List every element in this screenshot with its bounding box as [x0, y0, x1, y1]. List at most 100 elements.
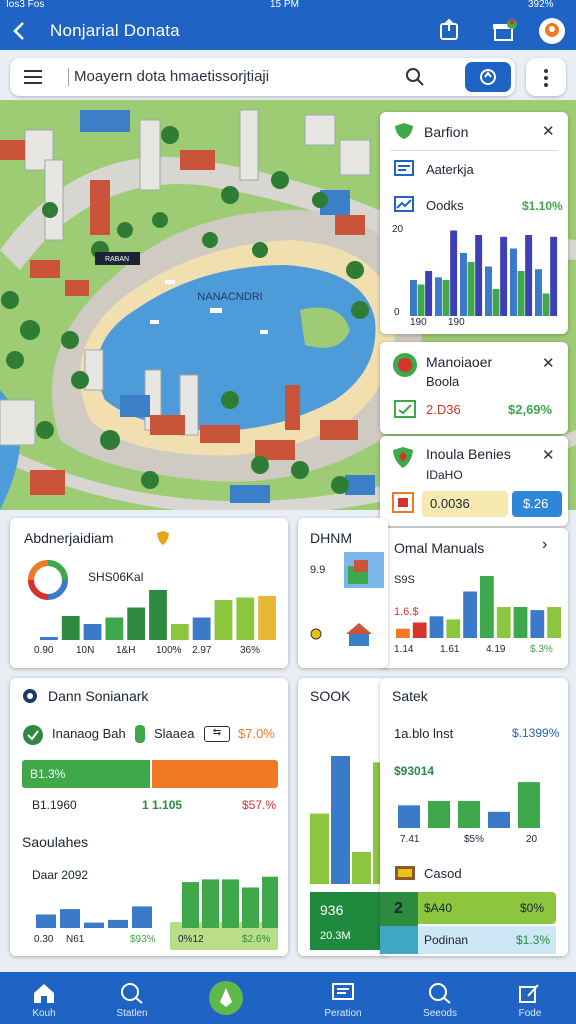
nav-home[interactable]: Kouh	[4, 972, 84, 1024]
menu-icon[interactable]	[24, 69, 44, 85]
nav-label: Seeods	[423, 1008, 457, 1019]
item1-value-a: $A40	[424, 901, 453, 915]
search-divider	[68, 68, 69, 86]
chart-bar	[496, 607, 511, 638]
x-tick: $2.6%	[242, 934, 271, 945]
popup-manoiaoer[interactable]: Manoiaoer Boola ✕ 2.D36 $2,69%	[380, 342, 568, 434]
card-dhnm[interactable]: DHNM 9.9	[298, 518, 388, 668]
popup-inoula-benies[interactable]: Inoula Benies IDaHO ✕ 0.0036 $.26	[380, 436, 568, 526]
card-dann-chart	[36, 876, 278, 928]
summary-sub: 20.3M	[320, 930, 351, 942]
trend-icon	[394, 196, 414, 212]
x-tick: 0.90	[34, 645, 54, 656]
popup-action-button[interactable]: $.26	[512, 491, 562, 517]
message-icon	[332, 983, 354, 1000]
more-options-button[interactable]	[526, 58, 566, 96]
chart-bar	[108, 919, 128, 928]
chevron-right-icon[interactable]: ›	[542, 536, 547, 554]
x-tick: 7.41	[400, 834, 420, 845]
chart-bar	[398, 805, 420, 828]
search-input[interactable]: Moayern dota hmaetissorjtiaji	[74, 68, 269, 85]
popup-omal-manuals[interactable]: Omal Manuals › S9S 1.6.$ 1.14 1.61 4.19 …	[380, 528, 568, 668]
x-tick: 36%	[240, 645, 261, 656]
chart-bar	[442, 280, 450, 316]
card-dann-sonianark[interactable]: Dann Sonianark Inanaog Bah Slaaea ⇆ $7.0…	[10, 678, 288, 956]
chart-bar	[513, 607, 528, 638]
card-sook-chart	[310, 756, 386, 884]
card-abdnerjaidiam-chart	[40, 590, 276, 640]
item2-marker	[380, 926, 418, 954]
chart-bar	[460, 253, 467, 316]
map-thumbnail-icon	[344, 552, 384, 588]
edit-icon	[519, 984, 539, 1003]
section-title: Saoulahes	[22, 834, 89, 850]
chart-bar	[331, 756, 350, 884]
chart-bar	[425, 271, 433, 316]
chart-bar	[542, 293, 550, 316]
row-label: 1a.blo lnst	[394, 726, 454, 741]
bottom-nav: Kouh Statlen Peration Seeods Fode	[0, 972, 576, 1024]
search-row: Moayern dota hmaetissorjtiaji	[0, 50, 576, 100]
nav-peration[interactable]: Peration	[303, 972, 383, 1024]
nav-center-action[interactable]	[186, 972, 266, 1024]
chart-bar	[83, 624, 102, 640]
nav-seeods[interactable]: Seeods	[400, 972, 480, 1024]
popup-barfion-chart	[410, 230, 558, 316]
nav-fode[interactable]: Fode	[490, 972, 570, 1024]
popup-value: 0.0036	[430, 496, 470, 511]
chart-bar	[170, 624, 189, 640]
close-icon[interactable]: ✕	[542, 354, 555, 372]
close-icon[interactable]: ✕	[542, 446, 555, 464]
card-subtitle: SHS06Kal	[88, 570, 144, 584]
gift-icon[interactable]	[492, 18, 518, 44]
map-pin-label: RABAN	[105, 256, 129, 263]
item1-value-b: $0%	[520, 901, 545, 915]
popup-subtitle: IDaHO	[426, 468, 463, 482]
share-icon[interactable]	[438, 18, 460, 42]
x-tick: 0%12	[178, 934, 204, 945]
popup-barfion[interactable]: Barfion ✕ Aaterkja Oodks $1.10% 20 0 190…	[380, 112, 568, 334]
row-right-value: $7.0%	[238, 726, 275, 741]
popup-row2-label: Oodks	[426, 198, 464, 213]
chart-bar	[428, 801, 450, 828]
progress-label: B1.3%	[30, 767, 66, 781]
chart-bar	[192, 617, 211, 640]
search-bar[interactable]: Moayern dota hmaetissorjtiaji	[10, 58, 515, 96]
close-icon[interactable]: ✕	[542, 122, 555, 140]
nav-statlen[interactable]: Statlen	[92, 972, 172, 1024]
card-sook[interactable]: SOOK 936 20.3M	[298, 678, 388, 956]
chart-bar	[518, 782, 540, 828]
item2-row[interactable]: Podinan $1.3%	[418, 926, 556, 954]
summary-value: 936	[320, 902, 344, 918]
card-satek-chart	[398, 782, 540, 828]
card-title: Satek	[392, 688, 428, 704]
info-dot-icon	[23, 689, 37, 703]
chart-bar	[488, 811, 510, 828]
card-title: Dann Sonianark	[48, 688, 149, 704]
chart-bar	[214, 600, 233, 640]
card-abdnerjaidiam[interactable]: Abdnerjaidiam SHS06Kal 0.90 10N 1&H 100%…	[10, 518, 288, 668]
x-tick: 10N	[76, 645, 95, 656]
popup-title: Inoula Benies	[426, 446, 511, 462]
search-icon[interactable]	[405, 67, 425, 87]
y-tick-top: 20	[392, 224, 404, 235]
chart-bar	[467, 262, 475, 316]
chart-bar	[132, 906, 152, 928]
scan-button[interactable]	[465, 62, 511, 92]
popup-title: Omal Manuals	[394, 540, 485, 556]
popup-title: Manoiaoer	[426, 354, 493, 370]
stat-1: B1.1960	[32, 798, 77, 812]
x-tick: 190	[448, 317, 465, 328]
profile-avatar-icon[interactable]	[538, 17, 566, 45]
chart-bar	[84, 922, 104, 928]
toggle-icon[interactable]: ⇆	[204, 726, 230, 742]
x-tick: 1.14	[394, 644, 414, 655]
chart-bar	[458, 801, 480, 828]
status-bar: Ios3 Fos 15 PM 392%	[0, 0, 576, 12]
row-left-label: Inanaog Bah	[52, 726, 126, 741]
nav-label: Fode	[518, 1008, 542, 1019]
page-title: Nonjarial Donata	[50, 21, 180, 40]
chart-bar	[410, 280, 417, 316]
x-tick: 1.61	[440, 644, 460, 655]
back-arrow-icon[interactable]	[10, 20, 30, 42]
